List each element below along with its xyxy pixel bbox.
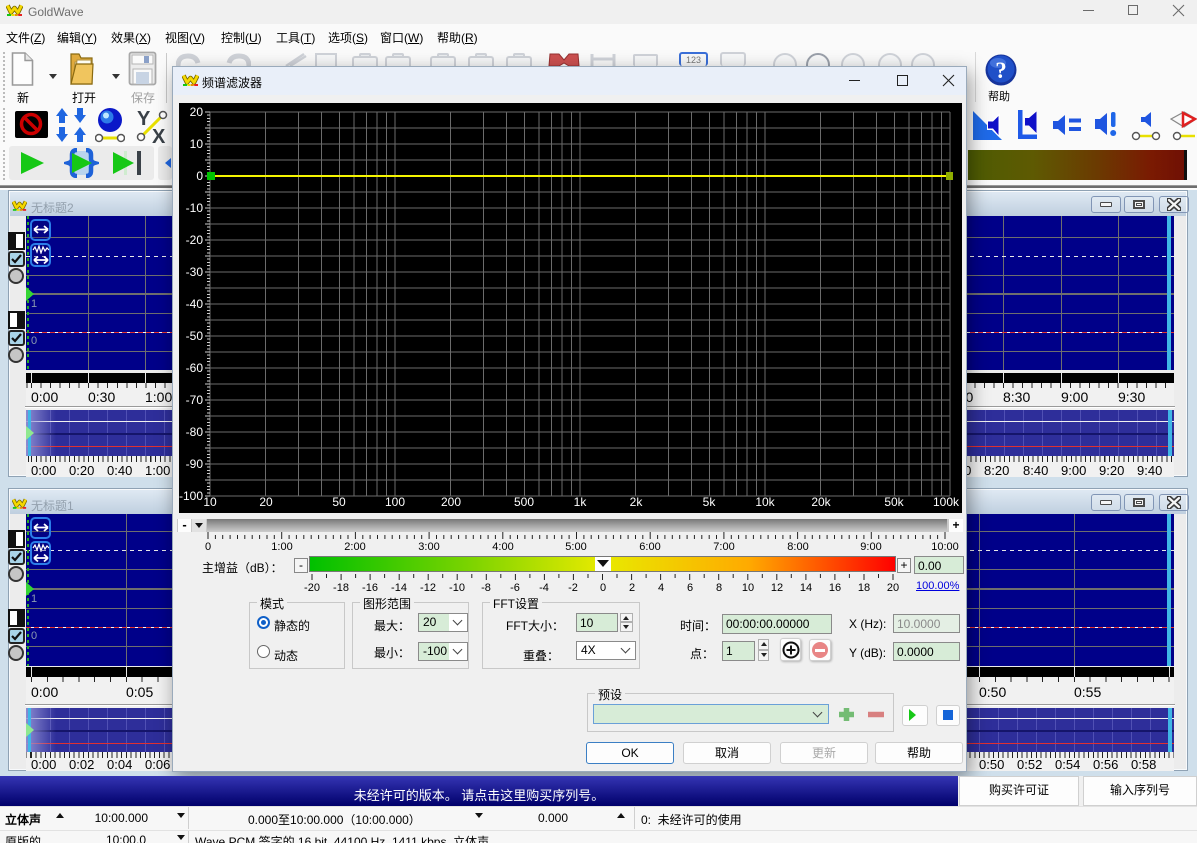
svg-text:-20: -20	[186, 233, 204, 247]
svg-text:50: 50	[332, 495, 346, 509]
svg-text:50k: 50k	[884, 495, 904, 509]
svg-text:20: 20	[259, 495, 273, 509]
svg-text:10: 10	[203, 495, 217, 509]
svg-text:-90: -90	[186, 457, 204, 471]
svg-text:1k: 1k	[574, 495, 588, 509]
svg-text:500: 500	[514, 495, 534, 509]
svg-text:2k: 2k	[630, 495, 644, 509]
svg-text:0: 0	[196, 169, 203, 183]
svg-text:10k: 10k	[755, 495, 775, 509]
svg-text:-40: -40	[186, 297, 204, 311]
svg-text:?: ?	[995, 58, 1007, 83]
svg-text:-100: -100	[179, 489, 203, 503]
svg-text:Y: Y	[137, 108, 151, 130]
svg-text:100: 100	[385, 495, 405, 509]
svg-text:-70: -70	[186, 393, 204, 407]
svg-text:200: 200	[441, 495, 461, 509]
svg-text:-50: -50	[186, 329, 204, 343]
svg-text:20k: 20k	[811, 495, 831, 509]
svg-text:20: 20	[190, 105, 204, 119]
svg-text:-60: -60	[186, 361, 204, 375]
svg-text:X: X	[152, 126, 166, 143]
svg-text:-80: -80	[186, 425, 204, 439]
svg-text:10: 10	[190, 137, 204, 151]
svg-text:100k: 100k	[933, 495, 960, 509]
svg-text:-10: -10	[186, 201, 204, 215]
svg-text:5k: 5k	[703, 495, 717, 509]
svg-text:-30: -30	[186, 265, 204, 279]
